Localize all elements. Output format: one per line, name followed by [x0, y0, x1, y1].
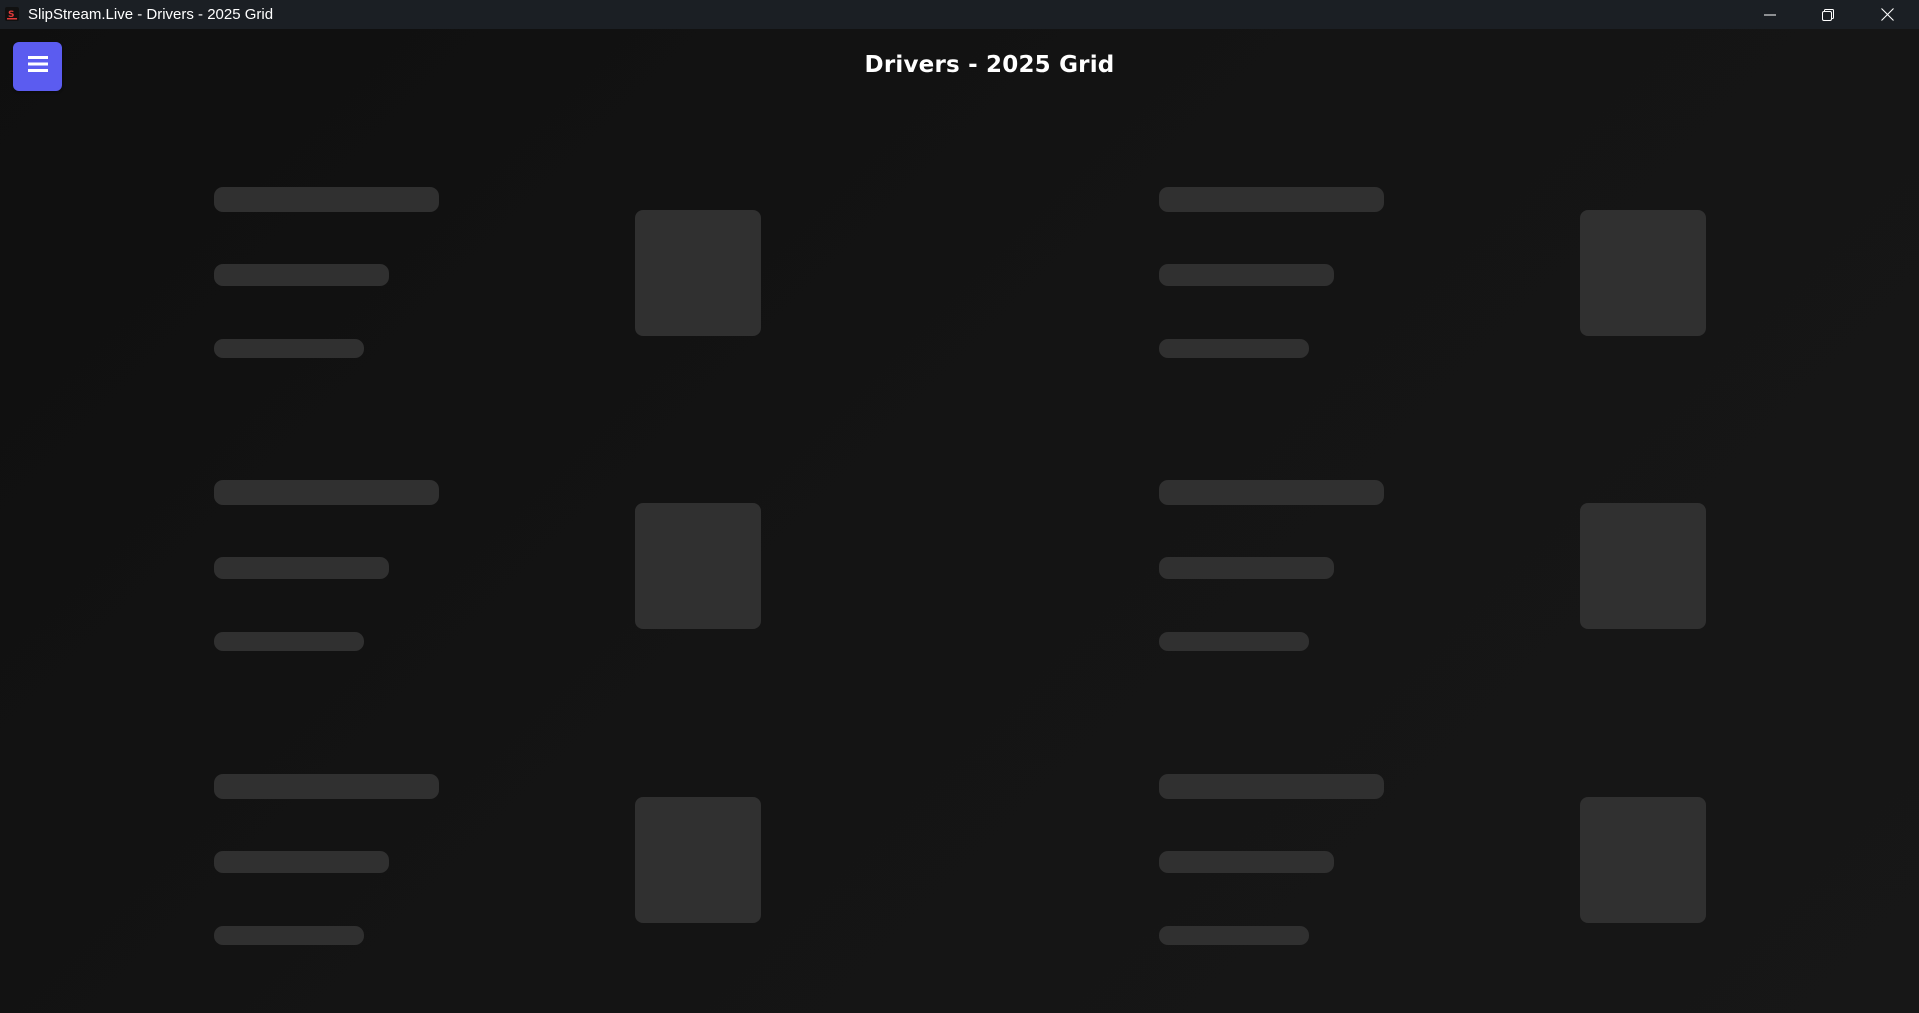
skeleton-number-line: [1159, 632, 1309, 651]
skeleton-team-line: [1159, 264, 1334, 286]
skeleton-number-line: [1159, 339, 1309, 358]
driver-card-skeleton: [1159, 480, 1729, 680]
driver-card-skeleton: [1159, 774, 1729, 974]
skeleton-photo: [635, 503, 761, 629]
skeleton-name-line: [214, 774, 439, 799]
skeleton-number-line: [214, 632, 364, 651]
skeleton-number-line: [214, 339, 364, 358]
slipstream-logo-icon: S: [5, 7, 19, 21]
close-icon: [1880, 8, 1894, 21]
skeleton-name-line: [214, 480, 439, 505]
skeleton-photo: [635, 210, 761, 336]
page-title: Drivers - 2025 Grid: [864, 52, 1115, 78]
skeleton-name-line: [1159, 187, 1384, 212]
driver-card-skeleton: [1159, 187, 1729, 387]
skeleton-number-line: [1159, 926, 1309, 945]
skeleton-name-line: [1159, 774, 1384, 799]
skeleton-team-line: [1159, 851, 1334, 873]
driver-card-skeleton: [214, 774, 784, 974]
skeleton-photo: [1580, 797, 1706, 923]
skeleton-team-line: [214, 557, 389, 579]
skeleton-photo: [1580, 210, 1706, 336]
skeleton-name-line: [214, 187, 439, 212]
skeleton-number-line: [214, 926, 364, 945]
skeleton-photo: [635, 797, 761, 923]
skeleton-team-line: [214, 264, 389, 286]
close-button[interactable]: [1858, 0, 1916, 29]
skeleton-photo: [1580, 503, 1706, 629]
restore-icon: [1822, 8, 1834, 21]
skeleton-team-line: [214, 851, 389, 873]
window-title: SlipStream.Live - Drivers - 2025 Grid: [28, 6, 274, 23]
skeleton-name-line: [1159, 480, 1384, 505]
app-window: S SlipStream.Live - Drivers - 2025 Grid: [0, 0, 1919, 1013]
page-header: Drivers - 2025 Grid: [0, 52, 1919, 84]
driver-card-skeleton: [214, 480, 784, 680]
title-bar[interactable]: S SlipStream.Live - Drivers - 2025 Grid: [0, 0, 1919, 29]
driver-card-skeleton: [214, 187, 784, 387]
skeleton-team-line: [1159, 557, 1334, 579]
minimize-button[interactable]: [1741, 0, 1799, 29]
restore-button[interactable]: [1799, 0, 1857, 29]
minimize-icon: [1764, 9, 1776, 21]
